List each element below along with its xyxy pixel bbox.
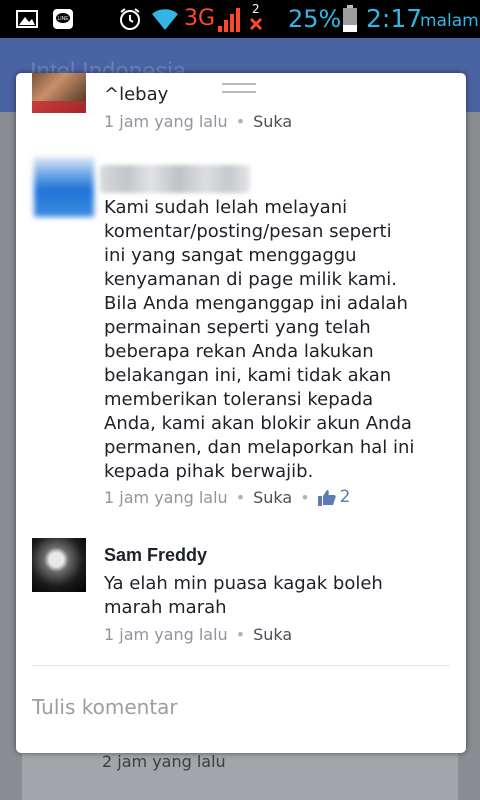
separator-dot: • (300, 487, 310, 507)
author-name-redacted (100, 165, 250, 193)
comment-meta: 1 jam yang lalu • Suka (104, 625, 292, 644)
comment-time: 1 jam yang lalu (104, 112, 228, 131)
alarm-icon (120, 8, 140, 30)
svg-text:LINE: LINE (57, 16, 69, 22)
like-button[interactable]: Suka (253, 488, 292, 507)
divider (32, 665, 450, 666)
comment-meta: 1 jam yang lalu • Suka (104, 112, 292, 131)
signal-icon (218, 8, 240, 32)
comment-text: ^lebay (104, 84, 169, 105)
clock-period: malam (420, 11, 479, 31)
wifi-icon (152, 9, 178, 31)
avatar[interactable] (32, 73, 86, 113)
network-type: 3G (184, 6, 216, 31)
like-count[interactable]: 2 (340, 487, 351, 507)
notification-count: 2 (252, 2, 260, 16)
separator-dot: • (235, 112, 246, 131)
battery-icon (343, 5, 357, 32)
like-button[interactable]: Suka (253, 112, 292, 131)
separator-dot: • (235, 625, 246, 644)
clock-time: 2:17 (366, 4, 423, 33)
comment-input[interactable]: Tulis komentar (32, 695, 178, 719)
thumbs-up-icon (317, 489, 336, 506)
line-app-icon: LINE (53, 9, 73, 29)
comment-author[interactable]: Sam Freddy (104, 545, 207, 566)
comment-time: 1 jam yang lalu (104, 487, 228, 507)
post-time: 2 jam yang lalu (102, 752, 226, 771)
avatar[interactable] (34, 157, 94, 217)
comments-dialog: ^lebay 1 jam yang lalu • Suka Kami sudah… (16, 73, 466, 753)
comment-text: Kami sudah lelah melayani komentar/posti… (104, 197, 415, 482)
comment-text: Ya elah min puasa kagak boleh marah mara… (104, 573, 383, 618)
like-button[interactable]: Suka (253, 625, 292, 644)
avatar[interactable] (32, 538, 86, 592)
sim-error-icon (249, 17, 263, 31)
status-bar: LINE 3G 2 25% 2:17 malam (0, 0, 480, 38)
separator-dot: • (235, 487, 246, 507)
comment-time: 1 jam yang lalu (104, 625, 228, 644)
image-icon (16, 10, 38, 28)
comment-meta: 1 jam yang lalu • Suka • 2 (104, 487, 350, 507)
battery-percent: 25% (288, 5, 342, 33)
